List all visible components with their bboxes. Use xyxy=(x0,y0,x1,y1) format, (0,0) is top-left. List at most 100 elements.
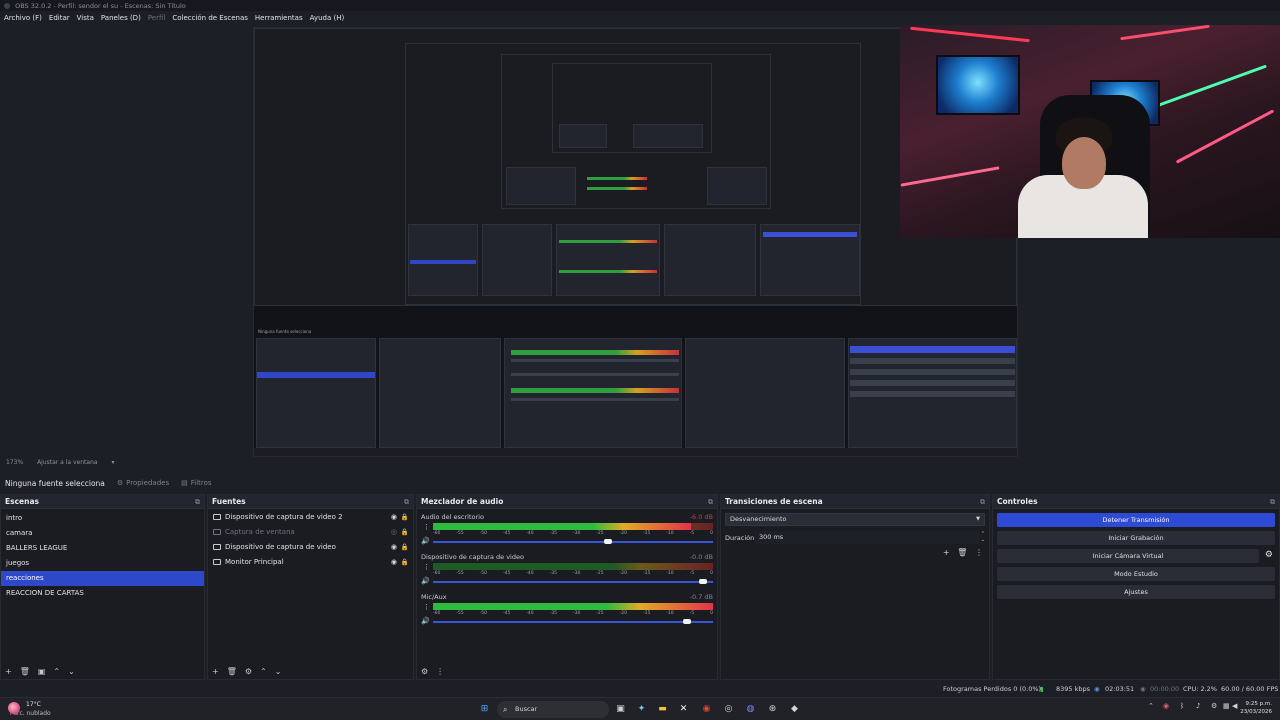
taskbar-search[interactable]: ⌕ Buscar xyxy=(497,701,609,718)
eye-icon[interactable]: ◉ xyxy=(391,540,397,555)
obs-icon[interactable]: ◎ xyxy=(722,703,735,716)
scene-filters-button[interactable]: ▣ xyxy=(38,667,46,676)
mixer-menu-button[interactable]: ⋮ xyxy=(436,667,444,676)
windows-logo-icon[interactable]: ⊞ xyxy=(478,703,491,716)
lock-icon[interactable]: 🔒 xyxy=(401,510,409,525)
duration-input[interactable]: 300 ms xyxy=(755,531,979,544)
tray-app-icon[interactable]: ◉ xyxy=(1163,702,1169,710)
volume-slider[interactable] xyxy=(433,619,713,624)
scene-item-juegos[interactable]: juegos xyxy=(1,556,204,571)
track-menu-icon[interactable]: ⋮ xyxy=(423,603,430,611)
dock-float-icon[interactable]: ⧉ xyxy=(980,495,985,509)
start-virtual-camera-button[interactable]: Iniciar Cámara Virtual xyxy=(997,549,1259,563)
meter-tick-label: -55 xyxy=(456,611,464,616)
eye-icon[interactable]: ◉ xyxy=(391,555,397,570)
move-down-button[interactable]: ⌄ xyxy=(68,667,75,676)
app-icon[interactable]: ◆ xyxy=(788,703,801,716)
move-up-button[interactable]: ⌃ xyxy=(260,667,267,676)
remove-scene-button[interactable]: 🗑 xyxy=(20,667,30,676)
weather-widget[interactable]: 17°C Parc. nublado xyxy=(8,700,51,718)
eye-icon[interactable]: ◉ xyxy=(391,510,397,525)
mirror-level-4 xyxy=(552,63,712,153)
menu-perfil[interactable]: Perfil xyxy=(148,11,166,25)
copilot-icon[interactable]: ✦ xyxy=(635,703,648,716)
network-icon[interactable]: ▦ xyxy=(1223,702,1230,710)
speaker-icon[interactable]: ◀ xyxy=(1232,702,1237,710)
volume-slider-handle[interactable] xyxy=(604,539,613,544)
track-name: Audio del escritorio xyxy=(421,513,484,521)
mixer-settings-button[interactable]: ⚙ xyxy=(421,667,428,676)
scene-item-ballers-league[interactable]: BALLERS LEAGUE xyxy=(1,541,204,556)
steam-icon[interactable]: ⊛ xyxy=(766,703,779,716)
capcut-icon[interactable]: ✕ xyxy=(677,703,690,716)
taskbar-clock[interactable]: 9:25 p.m. 23/03/2026 xyxy=(1240,700,1272,716)
lock-icon[interactable]: 🔒 xyxy=(401,555,409,570)
track-menu-icon[interactable]: ⋮ xyxy=(423,523,430,531)
lock-icon[interactable]: 🔒 xyxy=(401,540,409,555)
transition-menu-button[interactable]: ⋮ xyxy=(975,548,983,557)
add-scene-button[interactable]: + xyxy=(5,667,12,676)
chrome-icon[interactable]: ◉ xyxy=(700,703,713,716)
move-down-button[interactable]: ⌄ xyxy=(275,667,282,676)
chevron-down-icon[interactable]: ▾ xyxy=(112,459,115,466)
scene-item-reaccion-de-cartas[interactable]: REACCION DE CARTAS xyxy=(1,586,204,601)
source-item[interactable]: Dispositivo de captura de video ◉ 🔒 xyxy=(208,540,413,555)
menu-paneles[interactable]: Paneles (D) xyxy=(101,11,141,25)
add-transition-button[interactable]: + xyxy=(943,548,950,557)
gear-icon[interactable]: ⚙ xyxy=(245,667,252,676)
duration-spinner[interactable]: ⌃ ⌄ xyxy=(981,531,985,543)
properties-button[interactable]: ⚙ Propiedades xyxy=(117,479,169,487)
mic-icon[interactable]: ♪ xyxy=(1196,702,1200,710)
source-item[interactable]: Captura de ventana ◎ 🔒 xyxy=(208,525,413,540)
settings-button[interactable]: Ajustes xyxy=(997,585,1275,599)
scene-item-intro[interactable]: intro xyxy=(1,511,204,526)
dock-float-icon[interactable]: ⧉ xyxy=(404,495,409,509)
source-toolbar: Ninguna fuente selecciona ⚙ Propiedades ▤… xyxy=(0,474,1280,492)
volume-slider-handle[interactable] xyxy=(699,579,708,584)
menu-editar[interactable]: Editar xyxy=(49,11,70,25)
volume-slider[interactable] xyxy=(433,539,713,544)
file-explorer-icon[interactable]: ▬ xyxy=(656,703,669,716)
source-item[interactable]: Dispositivo de captura de video 2 ◉ 🔒 xyxy=(208,510,413,525)
meter-tick-label: -55 xyxy=(456,571,464,576)
task-view-icon[interactable]: ▣ xyxy=(614,703,627,716)
menu-herramientas[interactable]: Herramientas xyxy=(255,11,303,25)
remove-source-button[interactable]: 🗑 xyxy=(227,667,237,676)
chevron-up-icon[interactable]: ⌃ xyxy=(1148,702,1154,710)
track-menu-icon[interactable]: ⋮ xyxy=(423,563,430,571)
remove-transition-button[interactable]: 🗑 xyxy=(957,548,967,557)
settings-tray-icon[interactable]: ⚙ xyxy=(1211,702,1217,710)
start-recording-button[interactable]: Iniciar Grabación xyxy=(997,531,1275,545)
dock-float-icon[interactable]: ⧉ xyxy=(708,495,713,509)
add-source-button[interactable]: + xyxy=(212,667,219,676)
scene-item-reacciones[interactable]: reacciones xyxy=(1,571,204,586)
transition-select[interactable]: Desvanecimiento ▼ xyxy=(725,513,985,526)
speaker-icon[interactable]: 🔊 xyxy=(421,537,430,545)
volume-slider[interactable] xyxy=(433,579,713,584)
menu-vista[interactable]: Vista xyxy=(77,11,94,25)
filters-button[interactable]: ▤ Filtros xyxy=(181,479,211,487)
lock-icon[interactable]: 🔒 xyxy=(401,525,409,540)
zoom-level[interactable]: 173% xyxy=(6,459,23,466)
record-time: 00:00:00 xyxy=(1150,685,1180,693)
dock-float-icon[interactable]: ⧉ xyxy=(1270,495,1275,509)
menu-ayuda[interactable]: Ayuda (H) xyxy=(310,11,345,25)
menu-coleccion-escenas[interactable]: Colección de Escenas xyxy=(172,11,248,25)
speaker-icon[interactable]: 🔊 xyxy=(421,577,430,585)
stop-streaming-button[interactable]: Detener Transmisión xyxy=(997,513,1275,527)
scene-item-camara[interactable]: camara xyxy=(1,526,204,541)
fit-window-label[interactable]: Ajustar a la ventana xyxy=(37,459,98,466)
discord-icon[interactable]: ◍ xyxy=(744,703,757,716)
eye-hidden-icon[interactable]: ◎ xyxy=(391,525,397,540)
gear-icon[interactable]: ⚙ xyxy=(1265,550,1273,560)
studio-mode-button[interactable]: Modo Estudio xyxy=(997,567,1275,581)
move-up-button[interactable]: ⌃ xyxy=(53,667,60,676)
bluetooth-icon[interactable]: ᛒ xyxy=(1180,702,1184,710)
preview-area[interactable]: Ninguna fuente selecciona xyxy=(0,25,1280,457)
dock-float-icon[interactable]: ⧉ xyxy=(195,495,200,509)
source-item[interactable]: Monitor Principal ◉ 🔒 xyxy=(208,555,413,570)
menu-archivo[interactable]: Archivo (F) xyxy=(4,11,42,25)
speaker-icon[interactable]: 🔊 xyxy=(421,617,430,625)
meter-tick-label: -40 xyxy=(526,531,534,536)
volume-slider-handle[interactable] xyxy=(682,619,691,624)
